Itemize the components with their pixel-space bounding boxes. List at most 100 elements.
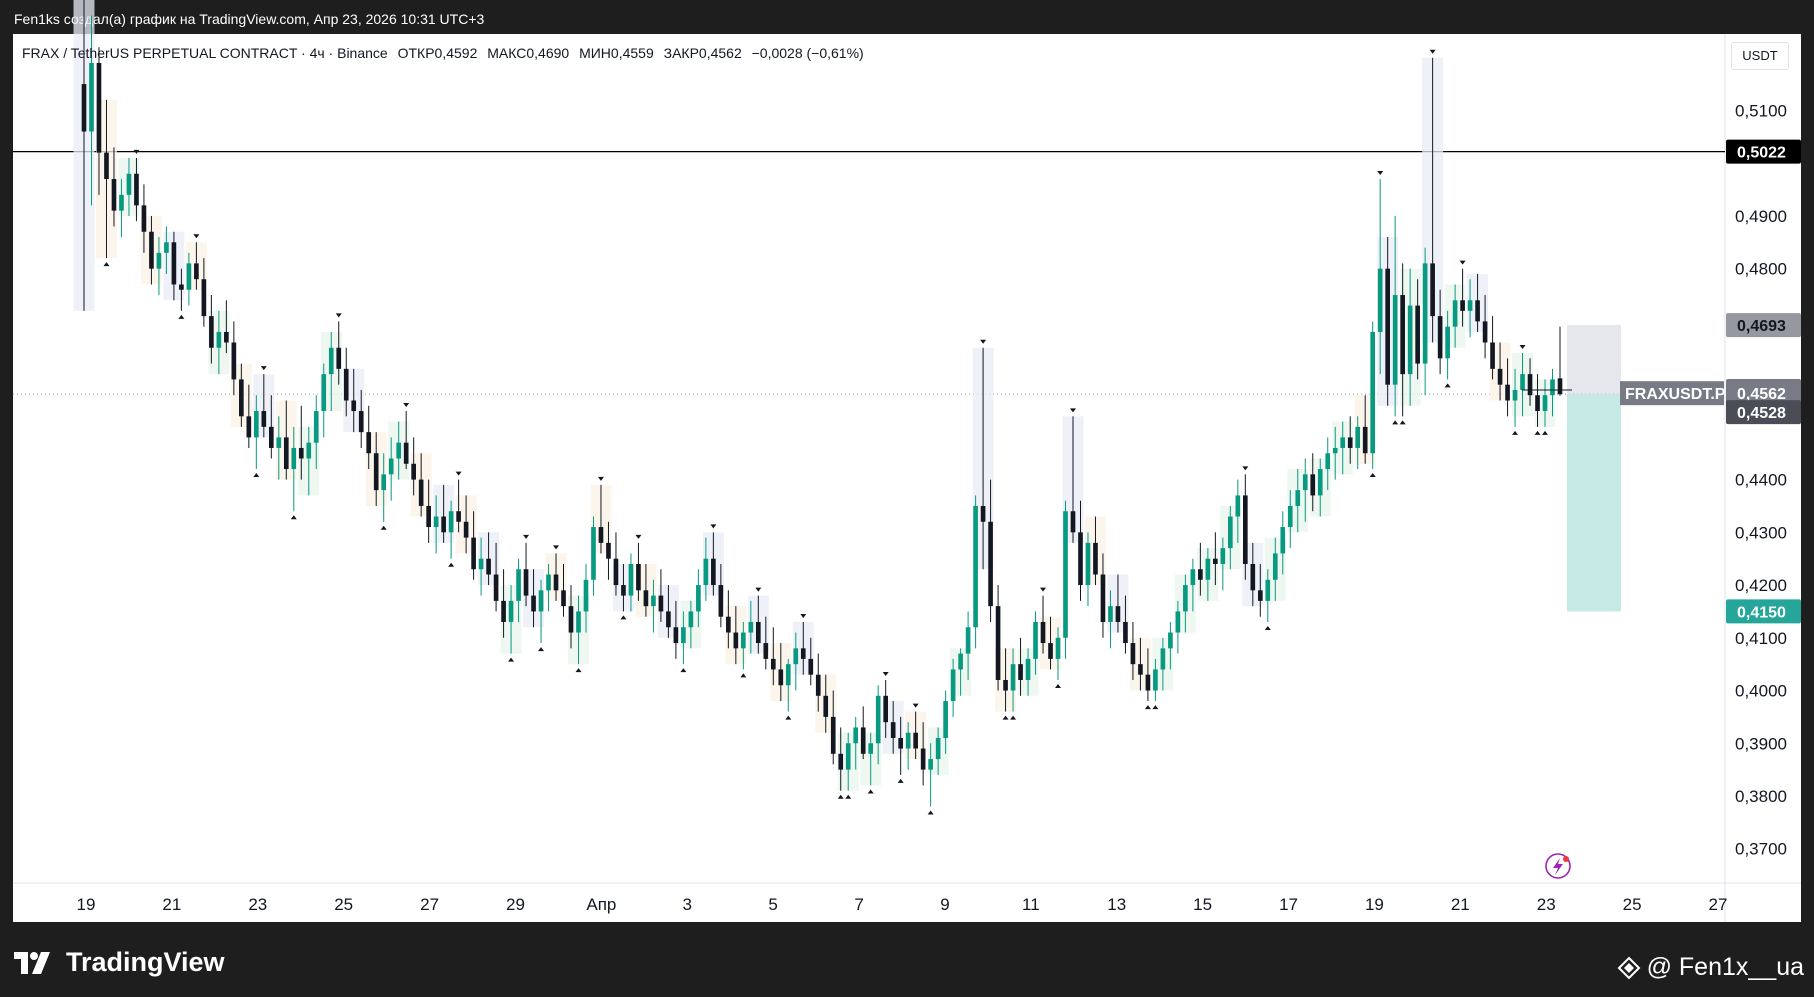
candle-up[interactable] [958,653,963,670]
candle-down[interactable] [456,511,461,522]
candle-down[interactable] [1123,621,1128,644]
candle-up[interactable] [681,627,686,644]
candle-up[interactable] [1228,516,1233,549]
candle-up[interactable] [1302,474,1308,491]
candle-up[interactable] [905,732,911,749]
candle-up[interactable] [875,695,881,744]
candle-down[interactable] [1130,643,1136,665]
short-position-stop-zone[interactable] [1567,325,1621,395]
candle-up[interactable] [950,669,956,702]
candle-down[interactable] [830,716,836,754]
tradingview-logo[interactable]: TradingView [14,947,225,978]
candle-down[interactable] [179,284,184,290]
candle-down[interactable] [426,505,431,528]
candle-up[interactable] [1542,395,1548,412]
candle-up[interactable] [696,585,701,612]
candle-down[interactable] [298,447,304,459]
candle-down[interactable] [561,590,566,607]
candle-up[interactable] [216,331,222,348]
candle-down[interactable] [1362,426,1368,454]
candle-down[interactable] [141,205,147,232]
candle-down[interactable] [658,595,664,612]
candle-up[interactable] [1407,305,1413,375]
candle-down[interactable] [441,516,446,533]
candle-down[interactable] [493,574,499,601]
candle-down[interactable] [621,585,626,596]
candle-down[interactable] [194,263,199,280]
candle-down[interactable] [913,732,918,749]
candle-up[interactable] [1332,447,1338,454]
candle-up[interactable] [306,442,312,459]
candle-down[interactable] [1115,606,1121,622]
candle-down[interactable] [823,695,829,717]
candle-up[interactable] [1183,585,1188,612]
candle-down[interactable] [673,627,679,644]
candle-up[interactable] [119,194,124,211]
candle-down[interactable] [411,463,416,480]
candle-down[interactable] [1018,664,1023,680]
candle-down[interactable] [1460,300,1465,311]
candle-up[interactable] [1153,669,1158,691]
candle-up[interactable] [583,579,589,612]
candle-down[interactable] [366,432,372,454]
candle-down[interactable] [209,316,214,348]
candle-down[interactable] [598,527,604,543]
candle-down[interactable] [1078,532,1083,586]
candle-down[interactable] [471,537,476,570]
candle-up[interactable] [688,611,694,628]
candle-up[interactable] [1452,300,1458,327]
candle-up[interactable] [576,611,581,633]
candle-up[interactable] [478,558,484,570]
candle-down[interactable] [778,669,784,686]
candle-down[interactable] [171,242,177,285]
candle-up[interactable] [845,743,851,770]
candle-up[interactable] [1168,632,1173,649]
candle-up[interactable] [1108,606,1113,622]
candle-up[interactable] [1520,374,1525,390]
candle-down[interactable] [1490,342,1495,369]
candle-down[interactable] [1527,374,1533,396]
candle-down[interactable] [1497,368,1503,385]
currency-button[interactable]: USDT [1731,42,1789,70]
candle-up[interactable] [1467,300,1473,311]
candle-up[interactable] [785,664,791,686]
candle-up[interactable] [1055,637,1061,659]
candle-down[interactable] [1415,305,1420,364]
candle-down[interactable] [636,563,641,591]
candle-down[interactable] [1198,569,1203,580]
candle-up[interactable] [546,574,551,591]
candle-up[interactable] [381,474,387,491]
candle-up[interactable] [1272,553,1278,580]
candle-down[interactable] [643,590,649,607]
candle-up[interactable] [1287,505,1293,528]
candle-up[interactable] [1370,331,1376,454]
candle-up[interactable] [1377,268,1383,332]
candle-up[interactable] [276,437,282,448]
candle-down[interactable] [149,231,154,269]
candle-down[interactable] [980,505,986,522]
candle-up[interactable] [1205,558,1211,580]
candle-down[interactable] [815,674,821,696]
candle-down[interactable] [1250,563,1256,591]
candle-down[interactable] [838,753,844,770]
candle-up[interactable] [868,743,874,754]
candle-down[interactable] [343,368,349,401]
candle-up[interactable] [973,505,978,628]
candle-up[interactable] [433,516,439,528]
candle-down[interactable] [726,616,731,633]
candle-down[interactable] [1505,384,1510,401]
candle-down[interactable] [711,558,716,586]
candle-up[interactable] [156,252,162,269]
candle-down[interactable] [239,379,244,417]
candle-up[interactable] [1325,453,1331,470]
candle-up[interactable] [1550,379,1555,396]
candle-down[interactable] [224,331,229,343]
candle-down[interactable] [718,585,724,617]
candle-down[interactable] [373,453,379,491]
candle-down[interactable] [231,342,237,380]
candle-down[interactable] [418,479,424,506]
candle-up[interactable] [793,648,799,665]
candle-down[interactable] [1475,300,1480,322]
candle-down[interactable] [988,521,993,607]
candle-up[interactable] [448,511,454,533]
